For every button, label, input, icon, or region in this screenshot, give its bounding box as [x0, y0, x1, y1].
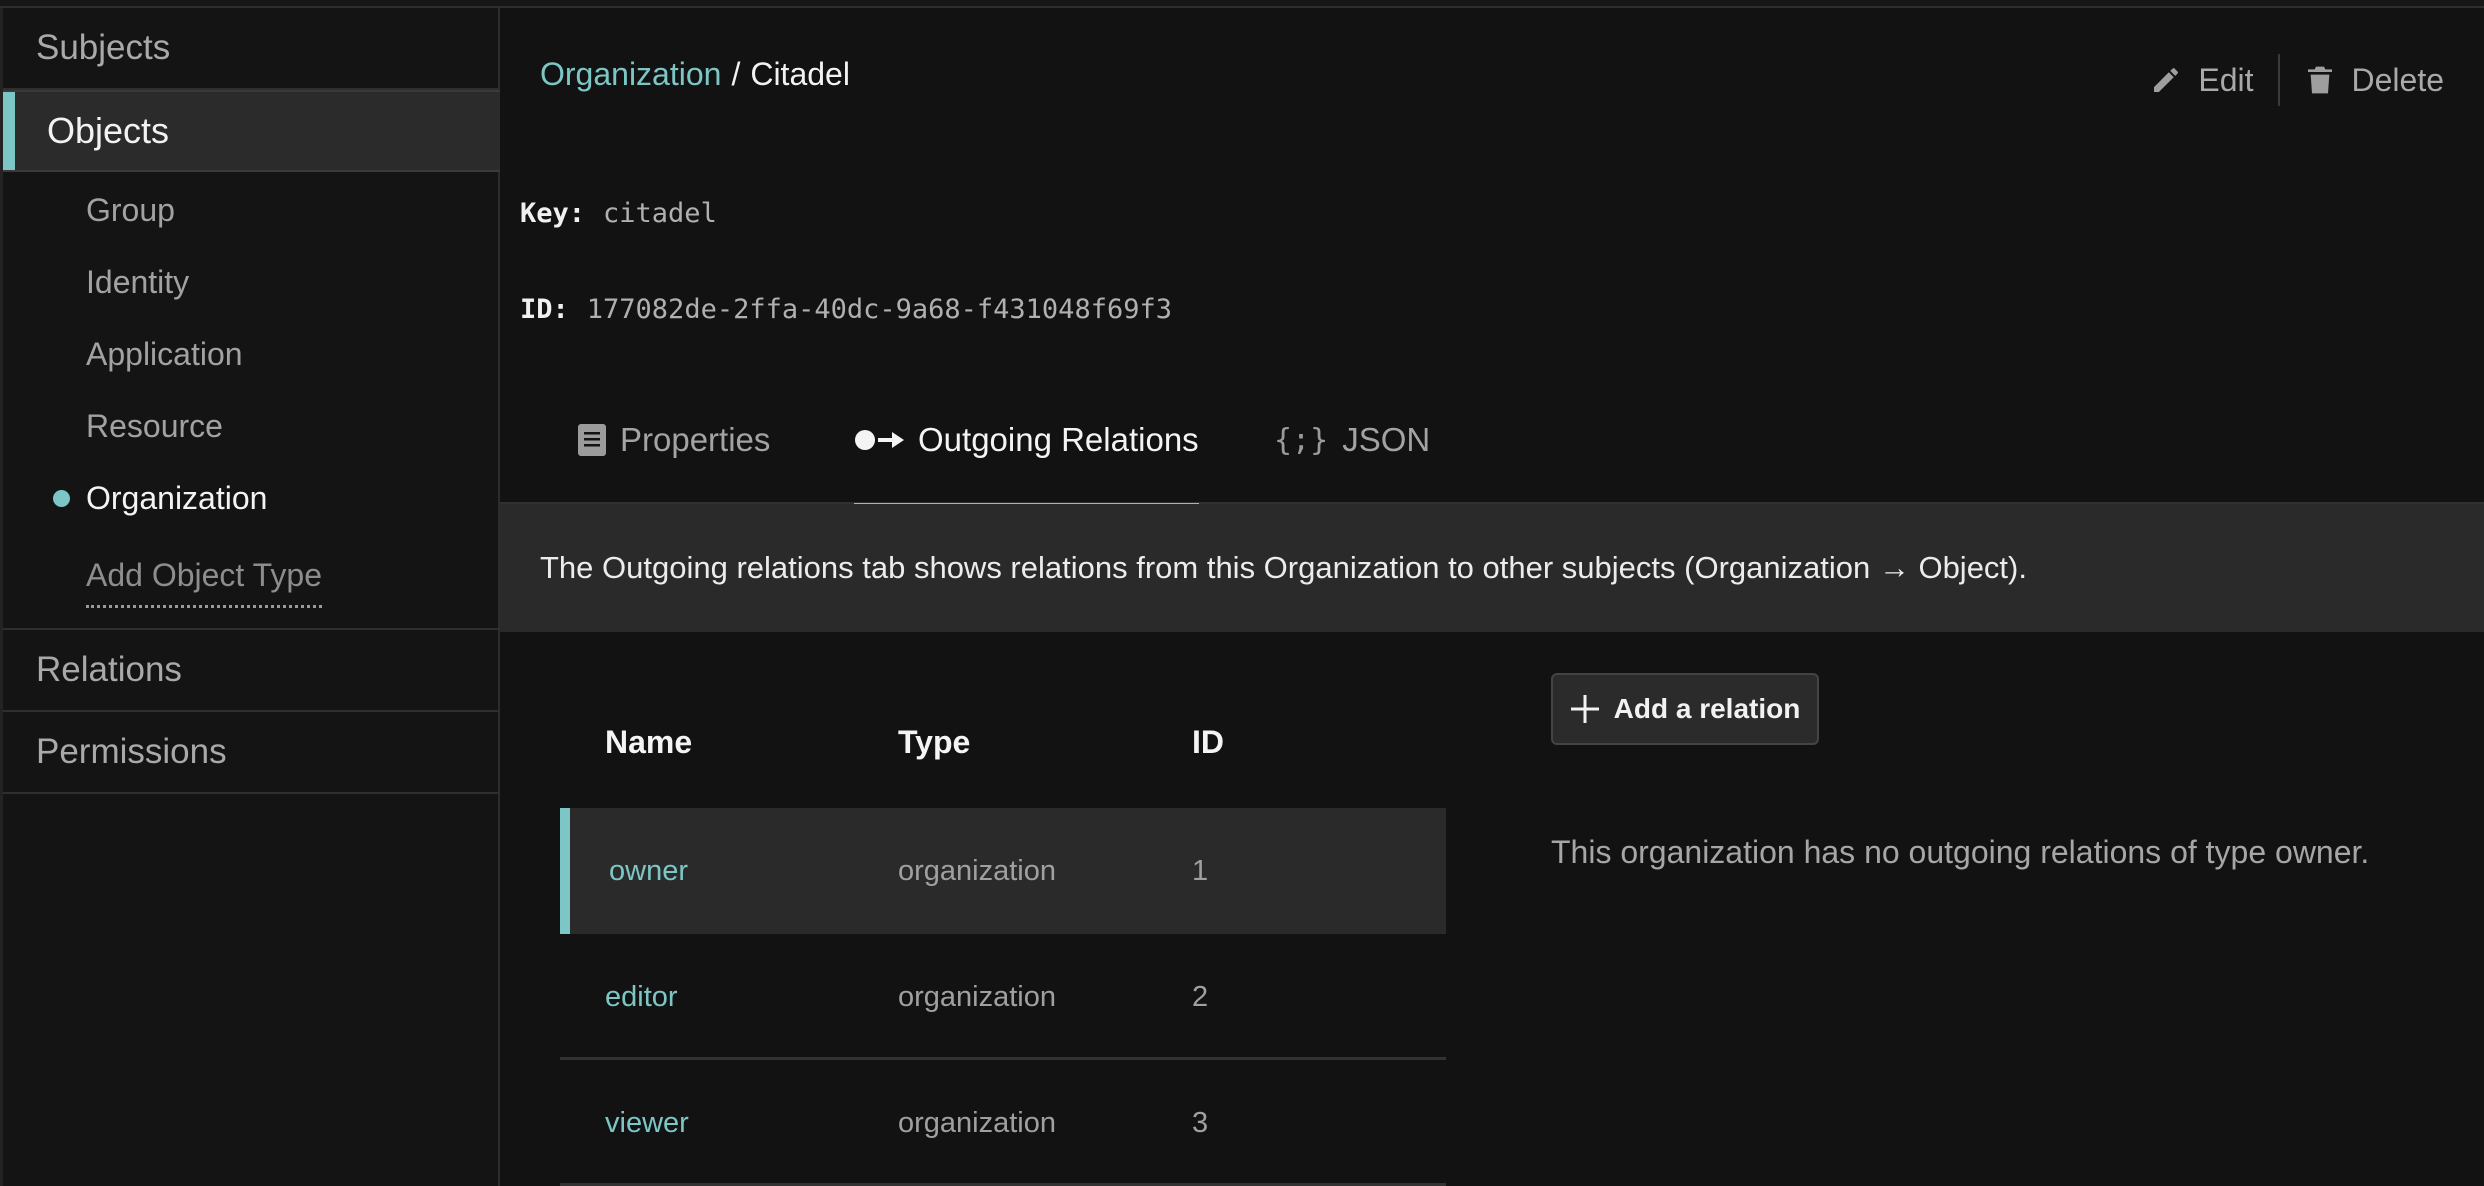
tab-properties[interactable]: Properties [578, 376, 770, 504]
breadcrumb: Organization / Citadel [540, 56, 850, 93]
main-panel: Organization / Citadel Edit Delete Key: c… [500, 8, 2484, 1186]
sidebar-item-subjects[interactable]: Subjects [3, 8, 500, 90]
breadcrumb-separator: / [731, 56, 741, 92]
empty-relations-message: This organization has no outgoing relati… [1551, 834, 2370, 870]
edit-button[interactable]: Edit [2150, 61, 2254, 99]
info-banner: The Outgoing relations tab shows relatio… [500, 504, 2484, 632]
table-row[interactable]: viewer organization 3 [560, 1060, 1446, 1186]
relation-name: owner [609, 854, 688, 887]
object-type-group[interactable]: Group [86, 180, 175, 240]
column-header-name: Name [605, 724, 693, 760]
sidebar-item-label: Subjects [36, 28, 171, 67]
id-value: 177082de-2ffa-40dc-9a68-f431048f69f3 [586, 294, 1172, 325]
relation-name: viewer [605, 1106, 689, 1139]
sidebar-item-label: Permissions [36, 732, 227, 771]
sidebar-item-label: Objects [47, 110, 170, 151]
trash-icon [2307, 66, 2332, 94]
relation-type: organization [898, 1106, 1056, 1139]
object-type-label: Resource [86, 407, 223, 444]
relation-name: editor [605, 980, 678, 1013]
plus-icon [1570, 695, 1599, 723]
id-label: ID: [520, 294, 569, 325]
object-type-application[interactable]: Application [86, 324, 243, 384]
relation-type: organization [898, 854, 1056, 887]
selected-dot-icon [53, 490, 70, 507]
info-banner-text: The Outgoing relations tab shows relatio… [540, 550, 2027, 585]
pencil-icon [2154, 68, 2179, 92]
object-actions: Edit Delete [2150, 54, 2444, 106]
breadcrumb-current: Citadel [750, 56, 850, 92]
add-relation-label: Add a relation [1613, 693, 1801, 724]
object-type-label: Identity [86, 263, 190, 300]
table-header: Name Type ID [560, 668, 1446, 808]
object-type-identity[interactable]: Identity [86, 252, 189, 312]
sidebar: Subjects Objects Group Identity Applicat… [0, 8, 500, 1186]
dot-arrow-icon [855, 430, 904, 450]
object-id: ID: 177082de-2ffa-40dc-9a68-f431048f69f3 [520, 294, 1172, 325]
edit-label: Edit [2198, 61, 2254, 98]
table-row[interactable]: editor organization 2 [560, 934, 1446, 1060]
object-type-label: Application [86, 335, 243, 372]
tab-outgoing-relations[interactable]: Outgoing Relations [854, 376, 1199, 506]
relation-id: 1 [1192, 854, 1209, 887]
actions-divider [2277, 54, 2280, 106]
app-window: Subjects Objects Group Identity Applicat… [0, 0, 2484, 1186]
column-header-type: Type [898, 724, 971, 760]
key-label: Key: [520, 198, 586, 229]
add-object-type-link[interactable]: Add Object Type [86, 548, 322, 608]
object-tabs: Properties Outgoing Relations {;} JSON [500, 376, 2484, 506]
object-type-label: Organization [86, 479, 268, 516]
delete-label: Delete [2351, 61, 2445, 98]
object-type-label: Group [86, 191, 175, 228]
relation-id: 2 [1192, 980, 1209, 1013]
sidebar-item-objects[interactable]: Objects [3, 90, 500, 172]
relation-type: organization [898, 980, 1056, 1013]
column-header-id: ID [1192, 724, 1224, 760]
top-border [0, 0, 2484, 8]
tab-label: Outgoing Relations [918, 421, 1199, 458]
breadcrumb-parent-link[interactable]: Organization [540, 56, 721, 93]
braces-icon: {;} [1274, 422, 1329, 458]
tab-label: JSON [1342, 421, 1431, 458]
delete-button[interactable]: Delete [2304, 61, 2445, 99]
sidebar-item-relations[interactable]: Relations [3, 630, 500, 712]
tab-json[interactable]: {;} JSON [1274, 376, 1430, 504]
object-type-organization[interactable]: Organization [86, 468, 267, 528]
relations-table: Name Type ID owner organization 1 editor… [560, 668, 1446, 1186]
key-value: citadel [603, 198, 717, 229]
object-key: Key: citadel [520, 198, 717, 229]
tab-label: Properties [620, 421, 771, 458]
table-row[interactable]: owner organization 1 [560, 808, 1446, 934]
add-relation-button[interactable]: Add a relation [1551, 673, 1819, 745]
sidebar-item-label: Relations [36, 650, 182, 689]
object-type-resource[interactable]: Resource [86, 396, 223, 456]
sidebar-item-permissions[interactable]: Permissions [3, 712, 500, 794]
document-icon [578, 424, 606, 456]
relation-id: 3 [1192, 1106, 1209, 1139]
